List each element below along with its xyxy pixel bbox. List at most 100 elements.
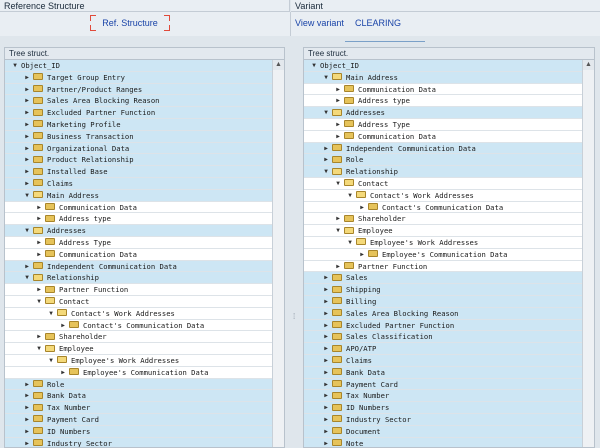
tree-row[interactable]: ▶ Role <box>5 378 272 391</box>
expand-closed-icon[interactable]: ▶ <box>23 438 31 448</box>
tree-row[interactable]: ▶ Bank Data <box>304 366 582 379</box>
tree-row[interactable]: ▼ Main Address <box>5 189 272 202</box>
expand-closed-icon[interactable]: ▶ <box>322 402 330 414</box>
tree-row[interactable]: ▶ Sales Area Blocking Reason <box>5 95 272 108</box>
tree-row[interactable]: ▼ Addresses <box>304 107 582 119</box>
tree-row[interactable]: ▶ Claims <box>5 177 272 190</box>
clearing-variant-field[interactable]: CLEARING <box>355 18 401 28</box>
expand-closed-icon[interactable]: ▶ <box>322 284 330 296</box>
tree-row[interactable]: ▶ Target Group Entry <box>5 71 272 84</box>
expand-closed-icon[interactable]: ▶ <box>334 84 342 96</box>
expand-closed-icon[interactable]: ▶ <box>23 178 31 190</box>
tree-row[interactable]: ▶ Document <box>304 425 582 438</box>
expand-open-icon[interactable]: ▼ <box>322 107 330 119</box>
expand-closed-icon[interactable]: ▶ <box>322 355 330 367</box>
tree-row[interactable]: ▶ Contact's Communication Data <box>5 320 272 332</box>
expand-open-icon[interactable]: ▼ <box>35 343 43 355</box>
expand-closed-icon[interactable]: ▶ <box>23 379 31 391</box>
tree-row[interactable]: ▼ Contact <box>5 296 272 308</box>
tree-row[interactable]: ▶ Communication Data <box>5 202 272 214</box>
tree-row[interactable]: ▶ Industry Sector <box>304 413 582 426</box>
tree-row[interactable]: ▶ Independent Communication Data <box>304 142 582 155</box>
expand-closed-icon[interactable]: ▶ <box>322 390 330 402</box>
expand-closed-icon[interactable]: ▶ <box>23 95 31 107</box>
expand-closed-icon[interactable]: ▶ <box>322 426 330 438</box>
expand-open-icon[interactable]: ▼ <box>11 60 19 72</box>
expand-open-icon[interactable]: ▼ <box>23 272 31 284</box>
right-scrollbar[interactable]: ▲ <box>582 60 594 447</box>
expand-closed-icon[interactable]: ▶ <box>23 261 31 273</box>
expand-closed-icon[interactable]: ▶ <box>322 438 330 448</box>
tree-row[interactable]: ▼ Employee <box>304 225 582 237</box>
tree-row[interactable]: ▼ Object_ID <box>5 60 272 72</box>
expand-closed-icon[interactable]: ▶ <box>322 320 330 332</box>
expand-closed-icon[interactable]: ▶ <box>23 143 31 155</box>
expand-closed-icon[interactable]: ▶ <box>358 249 366 261</box>
expand-open-icon[interactable]: ▼ <box>346 190 354 202</box>
tree-row[interactable]: ▶ Tax Number <box>5 402 272 414</box>
tree-row[interactable]: ▶ Address type <box>304 95 582 108</box>
tree-row[interactable]: ▶ Contact's Communication Data <box>304 202 582 214</box>
expand-closed-icon[interactable]: ▶ <box>322 272 330 284</box>
tree-row[interactable]: ▶ APO/ATP <box>304 343 582 355</box>
left-scrollbar[interactable]: ▲ <box>272 60 284 447</box>
tree-row[interactable]: ▶ Communication Data <box>304 131 582 143</box>
tree-row[interactable]: ▶ Product Relationship <box>5 154 272 167</box>
expand-closed-icon[interactable]: ▶ <box>35 284 43 296</box>
expand-open-icon[interactable]: ▼ <box>23 225 31 237</box>
expand-open-icon[interactable]: ▼ <box>47 355 55 367</box>
expand-closed-icon[interactable]: ▶ <box>35 202 43 214</box>
expand-closed-icon[interactable]: ▶ <box>23 166 31 178</box>
tree-row[interactable]: ▶ Claims <box>304 354 582 367</box>
tree-row[interactable]: ▶ Bank Data <box>5 390 272 403</box>
expand-closed-icon[interactable]: ▶ <box>322 296 330 308</box>
expand-closed-icon[interactable]: ▶ <box>35 249 43 261</box>
tree-row[interactable]: ▶ Shareholder <box>5 331 272 344</box>
expand-open-icon[interactable]: ▼ <box>23 190 31 202</box>
tree-row[interactable]: ▶ Industry Sector <box>5 437 272 448</box>
scroll-up-icon[interactable]: ▲ <box>273 60 284 70</box>
expand-closed-icon[interactable]: ▶ <box>334 261 342 273</box>
tree-row[interactable]: ▶ Independent Communication Data <box>5 260 272 273</box>
expand-closed-icon[interactable]: ▶ <box>322 331 330 343</box>
expand-closed-icon[interactable]: ▶ <box>23 414 31 426</box>
tree-row[interactable]: ▼ Employee's Work Addresses <box>5 355 272 367</box>
tree-row[interactable]: ▶ Shipping <box>304 284 582 296</box>
expand-closed-icon[interactable]: ▶ <box>322 308 330 320</box>
tree-row[interactable]: ▶ Sales Classification <box>304 331 582 344</box>
expand-closed-icon[interactable]: ▶ <box>322 379 330 391</box>
expand-closed-icon[interactable]: ▶ <box>334 119 342 131</box>
expand-closed-icon[interactable]: ▶ <box>322 343 330 355</box>
expand-closed-icon[interactable]: ▶ <box>322 143 330 155</box>
tree-row[interactable]: ▶ Address Type <box>5 237 272 249</box>
tree-row[interactable]: ▼ Main Address <box>304 71 582 84</box>
expand-closed-icon[interactable]: ▶ <box>23 107 31 119</box>
tree-row[interactable]: ▼ Employee's Work Addresses <box>304 237 582 249</box>
splitter-grip-icon[interactable]: ⁞ <box>293 312 295 321</box>
tree-row[interactable]: ▶ Note <box>304 437 582 448</box>
tree-row[interactable]: ▶ Tax Number <box>304 390 582 403</box>
scroll-up-icon[interactable]: ▲ <box>583 60 594 70</box>
tree-row[interactable]: ▶ Communication Data <box>5 249 272 261</box>
expand-closed-icon[interactable]: ▶ <box>23 426 31 438</box>
tree-row[interactable]: ▶ Sales Area Blocking Reason <box>304 307 582 320</box>
expand-closed-icon[interactable]: ▶ <box>23 131 31 143</box>
tree-row[interactable]: ▶ Payment Card <box>304 378 582 391</box>
tree-row[interactable]: ▶ Excluded Partner Function <box>5 107 272 119</box>
expand-open-icon[interactable]: ▼ <box>310 60 318 72</box>
ref-structure-button[interactable]: Ref. Structure <box>90 15 170 31</box>
tree-row[interactable]: ▶ Shareholder <box>304 213 582 226</box>
expand-closed-icon[interactable]: ▶ <box>322 414 330 426</box>
tree-row[interactable]: ▶ Address Type <box>304 119 582 131</box>
expand-closed-icon[interactable]: ▶ <box>322 367 330 379</box>
expand-closed-icon[interactable]: ▶ <box>334 95 342 107</box>
tree-row[interactable]: ▼ Relationship <box>5 272 272 285</box>
tree-row[interactable]: ▶ Marketing Profile <box>5 118 272 131</box>
expand-open-icon[interactable]: ▼ <box>346 237 354 249</box>
tree-row[interactable]: ▼ Object_ID <box>304 60 582 72</box>
tree-row[interactable]: ▶ Installed Base <box>5 166 272 178</box>
tree-row[interactable]: ▼ Addresses <box>5 225 272 237</box>
tree-row[interactable]: ▼ Contact's Work Addresses <box>5 308 272 320</box>
tree-row[interactable]: ▶ Organizational Data <box>5 142 272 155</box>
tree-row[interactable]: ▶ Excluded Partner Function <box>304 319 582 332</box>
